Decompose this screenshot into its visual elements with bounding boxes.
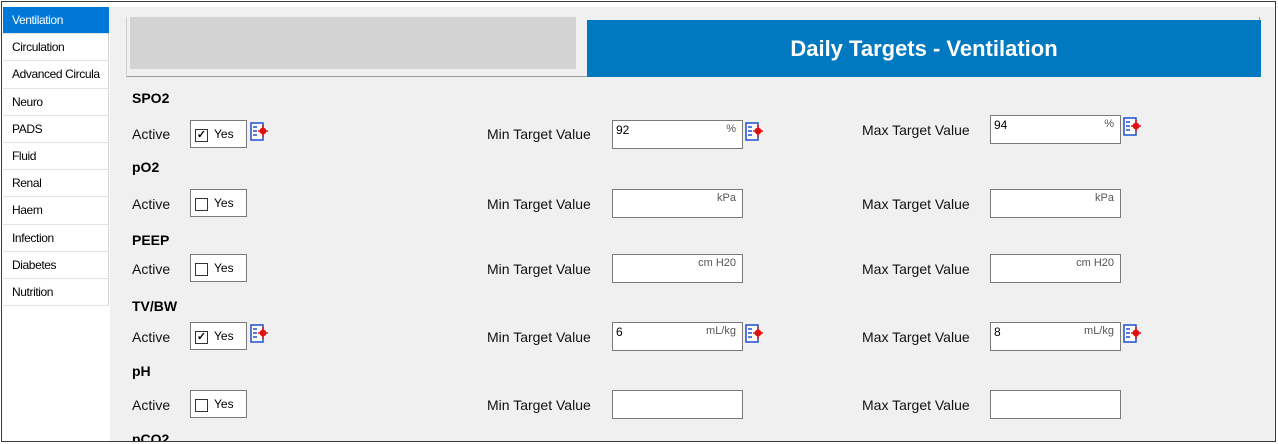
page-title: Daily Targets - Ventilation	[587, 20, 1261, 77]
field-unit: kPa	[1095, 192, 1114, 204]
po2-max-input[interactable]: kPa	[990, 189, 1121, 218]
sidebar-item-renal[interactable]: Renal	[3, 170, 109, 198]
field-value: 8	[994, 325, 1001, 339]
ph-max-input[interactable]	[990, 390, 1121, 419]
po2-active-checkbox[interactable]: Yes	[190, 189, 247, 217]
ph-active-checkbox[interactable]: Yes	[190, 390, 247, 418]
spo2-max-input[interactable]: 94 %	[990, 115, 1121, 144]
spo2-check-icon[interactable]: ✓	[195, 129, 208, 142]
max-target-label: Max Target Value	[862, 122, 970, 138]
sidebar: Ventilation Circulation Advanced Circula…	[3, 7, 109, 441]
min-target-label: Min Target Value	[487, 397, 591, 413]
spo2-active-checkbox[interactable]: ✓ Yes	[190, 120, 247, 148]
sidebar-item-pads[interactable]: PADS	[3, 115, 109, 143]
peep-min-input[interactable]: cm H20	[612, 254, 743, 283]
sidebar-item-infection[interactable]: Infection	[3, 224, 109, 252]
active-label: Active	[132, 126, 171, 142]
ph-check-icon[interactable]	[195, 399, 208, 412]
section-title-po2: pO2	[132, 159, 160, 175]
tv-bw-max-picker-icon[interactable]	[1122, 323, 1142, 345]
tv-bw-min-picker-icon[interactable]	[744, 323, 764, 345]
spo2-min-input[interactable]: 92 %	[612, 120, 743, 149]
sidebar-item-diabetes[interactable]: Diabetes	[3, 251, 109, 279]
field-unit: cm H20	[698, 257, 736, 269]
field-unit: %	[1104, 118, 1114, 130]
peep-max-input[interactable]: cm H20	[990, 254, 1121, 283]
sidebar-item-circulation[interactable]: Circulation	[3, 34, 109, 62]
max-target-label: Max Target Value	[862, 261, 970, 277]
checkbox-label: Yes	[214, 397, 234, 411]
field-value: 6	[616, 325, 623, 339]
tv-bw-max-input[interactable]: 8 mL/kg	[990, 322, 1121, 351]
min-target-label: Min Target Value	[487, 329, 591, 345]
max-target-label: Max Target Value	[862, 329, 970, 345]
peep-active-checkbox[interactable]: Yes	[190, 254, 247, 282]
section-title-ph: pH	[132, 363, 151, 379]
min-target-label: Min Target Value	[487, 196, 591, 212]
min-target-label: Min Target Value	[487, 261, 591, 277]
sidebar-item-fluid[interactable]: Fluid	[3, 142, 109, 171]
field-unit: mL/kg	[1084, 325, 1114, 337]
field-value: 92	[616, 123, 630, 137]
active-label: Active	[132, 261, 171, 277]
patient-banner-placeholder	[130, 17, 576, 69]
po2-check-icon[interactable]	[195, 198, 208, 211]
max-target-label: Max Target Value	[862, 397, 970, 413]
field-value: 94	[994, 118, 1008, 132]
min-target-label: Min Target Value	[487, 126, 591, 142]
field-unit: kPa	[717, 192, 736, 204]
tv-bw-check-icon[interactable]: ✓	[195, 331, 208, 344]
active-label: Active	[132, 196, 171, 212]
sidebar-item-advanced-circulation[interactable]: Advanced Circula	[3, 61, 109, 89]
tv-bw-active-picker-icon[interactable]	[249, 323, 269, 345]
checkbox-label: Yes	[214, 261, 234, 275]
field-unit: %	[726, 123, 736, 135]
spo2-min-picker-icon[interactable]	[744, 121, 764, 143]
tv-bw-active-checkbox[interactable]: ✓ Yes	[190, 322, 247, 350]
field-unit: cm H20	[1076, 257, 1114, 269]
window-frame: Ventilation Circulation Advanced Circula…	[1, 1, 1276, 442]
checkbox-label: Yes	[214, 329, 234, 343]
max-target-label: Max Target Value	[862, 196, 970, 212]
checkbox-label: Yes	[214, 127, 234, 141]
sidebar-item-nutrition[interactable]: Nutrition	[3, 278, 109, 307]
section-title-tv-bw: TV/BW	[132, 298, 178, 314]
sidebar-item-ventilation[interactable]: Ventilation	[3, 7, 109, 35]
active-label: Active	[132, 329, 171, 345]
po2-min-input[interactable]: kPa	[612, 189, 743, 218]
main-content: Daily Targets - Ventilation SPO2 Active …	[110, 7, 1275, 441]
field-unit: mL/kg	[706, 325, 736, 337]
checkbox-label: Yes	[214, 196, 234, 210]
section-title-pco2: pCO2	[132, 431, 170, 442]
active-label: Active	[132, 397, 171, 413]
peep-check-icon[interactable]	[195, 263, 208, 276]
sidebar-item-neuro[interactable]: Neuro	[3, 88, 109, 116]
section-title-spo2: SPO2	[132, 90, 170, 106]
spo2-max-picker-icon[interactable]	[1122, 116, 1142, 138]
section-title-peep: PEEP	[132, 232, 170, 248]
ph-min-input[interactable]	[612, 390, 743, 419]
tv-bw-min-input[interactable]: 6 mL/kg	[612, 322, 743, 351]
spo2-active-picker-icon[interactable]	[249, 121, 269, 143]
sidebar-item-haem[interactable]: Haem	[3, 197, 109, 225]
